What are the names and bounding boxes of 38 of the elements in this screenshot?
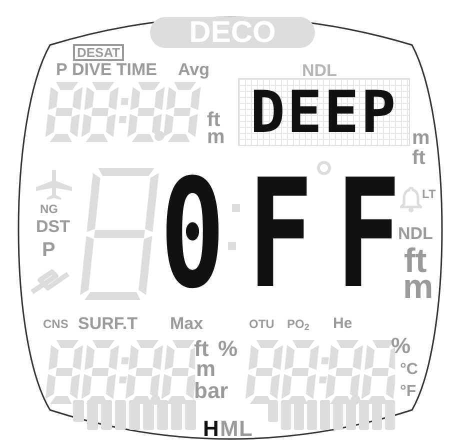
lcd-label: Max — [170, 315, 204, 332]
lcd-label: °F — [400, 384, 416, 400]
lcd-label: NG — [40, 203, 58, 215]
lcd-label: ft — [412, 148, 426, 168]
lcd-label: m — [412, 128, 430, 148]
lcd-label: m — [196, 358, 216, 380]
lcd-label: SURF.T — [78, 315, 138, 332]
lcd-label: L — [239, 418, 252, 440]
degree-ring-icon — [316, 160, 332, 176]
lcd-label: P — [56, 61, 68, 78]
lcd-label: PO$_{2}$ — [287, 318, 310, 330]
lcd-label: DIVE TIME — [72, 61, 158, 78]
lcd-label: bar — [194, 380, 228, 402]
lcd-digit: 0 — [160, 160, 226, 310]
lcd-label: ft — [404, 244, 427, 278]
colon-segments-drawing — [228, 204, 240, 250]
dot-matrix-display: DEEP — [238, 78, 410, 146]
lcd-label: LT — [422, 188, 436, 200]
lcd-label: NDL — [302, 62, 337, 79]
lcd-label: M — [220, 418, 238, 440]
lcd-label: ft — [207, 110, 220, 130]
lcd-label: % — [391, 335, 411, 357]
lcd-label: DST — [36, 218, 70, 235]
lcd-label: °C — [400, 362, 418, 378]
lcd-label: DESAT — [73, 44, 124, 61]
airplane-icon — [36, 170, 72, 200]
lcd-label: H — [203, 418, 219, 440]
lcd-label: CNS — [43, 318, 68, 330]
lcd-label: m — [207, 127, 225, 147]
lcd-digit: F — [248, 160, 314, 310]
lcd-label: NDL — [398, 225, 433, 242]
lcd-label: He — [333, 316, 352, 331]
lcd-label: P — [42, 240, 56, 260]
bell-icon — [400, 186, 422, 213]
lcd-label: OTU — [249, 318, 274, 330]
lcd-label: Avg — [178, 61, 210, 78]
lcd-label: % — [218, 338, 238, 360]
lcd-label: ft — [194, 338, 209, 360]
